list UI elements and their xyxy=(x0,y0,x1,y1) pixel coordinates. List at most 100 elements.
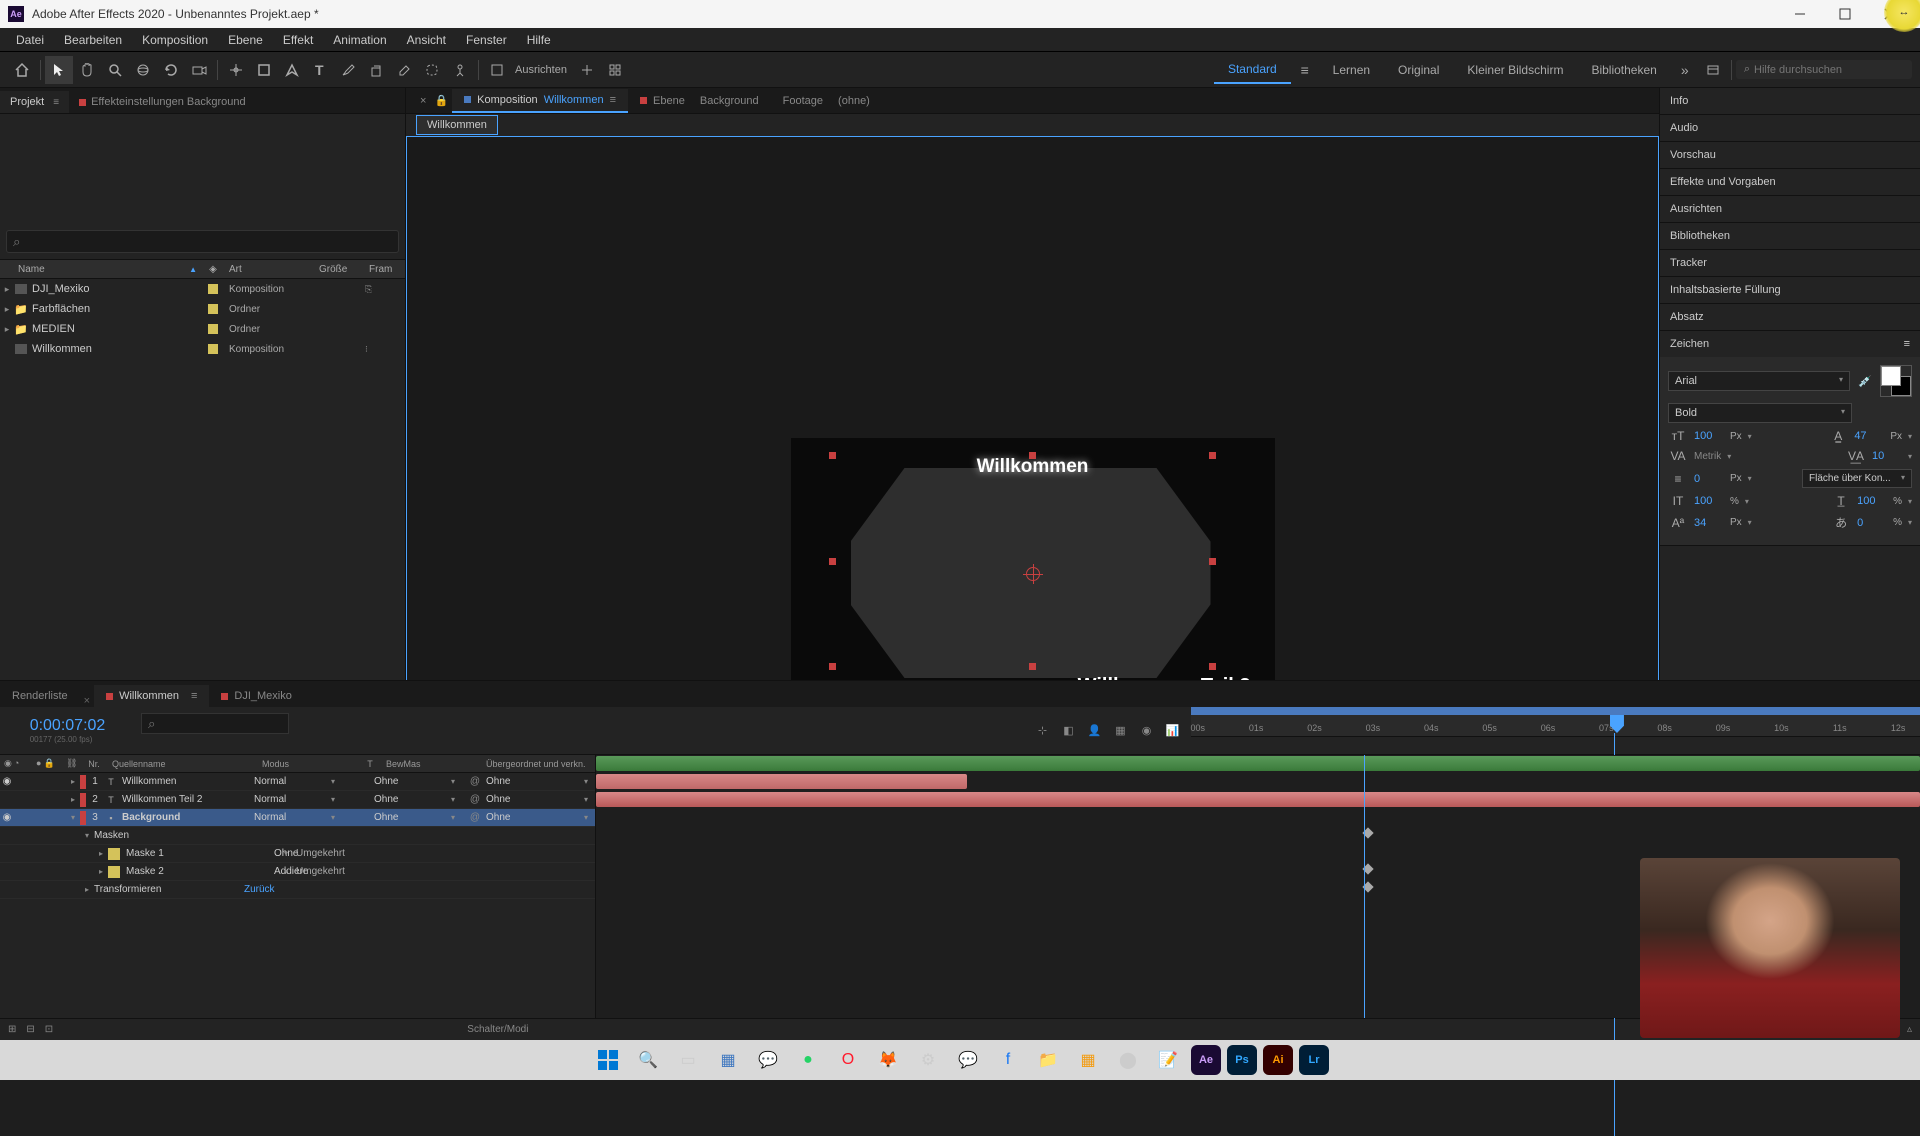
obs-icon[interactable]: ⬤ xyxy=(1111,1043,1145,1077)
comp-mini-flowchart-icon[interactable]: ⊹ xyxy=(1033,721,1053,741)
zoom-in-icon[interactable]: ▵ xyxy=(1907,1024,1912,1035)
selection-handle[interactable] xyxy=(1209,558,1216,565)
selection-handle[interactable] xyxy=(829,663,836,670)
kerning-value[interactable]: Metrik xyxy=(1694,451,1721,462)
expand-icon[interactable]: ▸ xyxy=(66,777,80,786)
app-icon[interactable]: ⚙ xyxy=(911,1043,945,1077)
comp-tab-komposition[interactable]: Komposition Willkommen ≡ xyxy=(452,89,628,113)
workspace-menu-icon[interactable]: ≡ xyxy=(1291,56,1319,84)
transform-group[interactable]: ▸ Transformieren Zurück xyxy=(0,881,595,899)
masks-group[interactable]: ▾ Masken xyxy=(0,827,595,845)
expand-icon[interactable]: ▸ xyxy=(0,324,14,335)
dropdown-icon[interactable]: ▾ xyxy=(1908,432,1912,441)
menu-bearbeiten[interactable]: Bearbeiten xyxy=(54,29,132,51)
stroke-mode-dropdown[interactable]: Fläche über Kon...▾ xyxy=(1802,469,1912,488)
workspace-lernen[interactable]: Lernen xyxy=(1319,57,1384,83)
eyedropper-icon[interactable]: 💉 xyxy=(1856,372,1874,390)
switches-modes-toggle[interactable]: Schalter/Modi xyxy=(63,1024,932,1035)
messenger-icon[interactable]: 💬 xyxy=(951,1043,985,1077)
dropdown-icon[interactable]: ▾ xyxy=(1745,497,1749,506)
time-ruler[interactable]: 00s 01s 02s 03s 04s 05s 06s 07s 08s 09s … xyxy=(1191,715,1920,737)
breadcrumb-item[interactable]: Willkommen xyxy=(416,115,498,135)
tsume-value[interactable]: 0 xyxy=(1857,517,1887,529)
menu-datei[interactable]: Datei xyxy=(6,29,54,51)
project-row[interactable]: ▸ DJI_Mexiko Komposition⎘ xyxy=(0,279,405,299)
workspace-overflow-icon[interactable]: » xyxy=(1671,56,1699,84)
panel-libraries[interactable]: Bibliotheken xyxy=(1660,223,1920,249)
menu-ansicht[interactable]: Ansicht xyxy=(397,29,456,51)
expand-icon[interactable]: ▸ xyxy=(94,867,108,876)
panel-character[interactable]: Zeichen≡ xyxy=(1660,331,1920,357)
label-color[interactable] xyxy=(80,775,86,789)
panel-menu-icon[interactable]: ≡ xyxy=(1904,338,1910,350)
tab-willkommen[interactable]: Willkommen≡ xyxy=(94,685,209,707)
orbit-tool[interactable] xyxy=(129,56,157,84)
menu-komposition[interactable]: Komposition xyxy=(132,29,218,51)
col-tag[interactable]: ◈ xyxy=(201,264,225,275)
font-style-dropdown[interactable]: Bold▾ xyxy=(1668,403,1852,423)
workspace-standard[interactable]: Standard xyxy=(1214,56,1291,84)
text-tool[interactable]: T xyxy=(306,56,334,84)
eraser-tool[interactable] xyxy=(390,56,418,84)
col-size[interactable]: Größe xyxy=(315,264,365,275)
layer-bar[interactable] xyxy=(596,774,967,789)
shape-tool[interactable] xyxy=(250,56,278,84)
font-family-dropdown[interactable]: Arial▾ xyxy=(1668,371,1850,391)
dropdown-icon[interactable]: ▾ xyxy=(1748,518,1752,527)
panel-content-aware[interactable]: Inhaltsbasierte Füllung xyxy=(1660,277,1920,303)
expand-icon[interactable]: ▸ xyxy=(80,885,94,894)
menu-fenster[interactable]: Fenster xyxy=(456,29,517,51)
whatsapp-icon[interactable]: ● xyxy=(791,1043,825,1077)
mask-inverted[interactable]: Umgekehrt xyxy=(296,848,345,859)
panel-vorschau[interactable]: Vorschau xyxy=(1660,142,1920,168)
expand-icon[interactable]: ▸ xyxy=(94,849,108,858)
menu-hilfe[interactable]: Hilfe xyxy=(517,29,561,51)
comp-tab-ebene[interactable]: Ebene Background xyxy=(628,90,771,112)
timeline-search-input[interactable] xyxy=(141,713,289,734)
motion-blur-icon[interactable]: ◉ xyxy=(1137,721,1157,741)
lightroom-icon[interactable]: Lr xyxy=(1299,1045,1329,1075)
selection-handle[interactable] xyxy=(1209,663,1216,670)
workspace-bibliotheken[interactable]: Bibliotheken xyxy=(1577,57,1670,83)
menu-ebene[interactable]: Ebene xyxy=(218,29,273,51)
mask-color[interactable] xyxy=(108,848,120,860)
menu-animation[interactable]: Animation xyxy=(323,29,396,51)
expand-icon[interactable]: ▸ xyxy=(66,795,80,804)
selection-handle[interactable] xyxy=(1029,452,1036,459)
dropdown-icon[interactable]: ▾ xyxy=(1908,452,1912,461)
label-swatch[interactable] xyxy=(208,324,218,334)
panel-menu-icon[interactable]: ≡ xyxy=(610,94,616,106)
expand-icon[interactable]: ▾ xyxy=(80,831,94,840)
firefox-icon[interactable]: 🦊 xyxy=(871,1043,905,1077)
label-swatch[interactable] xyxy=(208,304,218,314)
notepad-icon[interactable]: 📝 xyxy=(1151,1043,1185,1077)
mask-row[interactable]: ▸ Maske 2 Addiere ▾ Umgekehrt xyxy=(0,863,595,881)
workspace-kleiner[interactable]: Kleiner Bildschirm xyxy=(1453,57,1577,83)
stroke-value[interactable]: 0 xyxy=(1694,473,1724,485)
dropdown-icon[interactable]: ▾ xyxy=(1908,518,1912,527)
tab-close-icon[interactable]: × xyxy=(416,95,430,107)
expand-icon[interactable]: ▾ xyxy=(66,813,80,822)
vscale-value[interactable]: 100 xyxy=(1694,495,1724,507)
workspace-reset-icon[interactable] xyxy=(1699,56,1727,84)
menu-effekt[interactable]: Effekt xyxy=(273,29,323,51)
pickwhip-icon[interactable]: @ xyxy=(466,794,484,805)
label-swatch[interactable] xyxy=(208,284,218,294)
draft-3d-icon[interactable]: ◧ xyxy=(1059,721,1079,741)
selection-handle[interactable] xyxy=(1209,452,1216,459)
leading-value[interactable]: 47 xyxy=(1854,430,1884,442)
maximize-button[interactable] xyxy=(1822,0,1867,28)
hscale-value[interactable]: 100 xyxy=(1857,495,1887,507)
project-search-input[interactable] xyxy=(6,230,399,253)
frame-blend-icon[interactable]: ▦ xyxy=(1111,721,1131,741)
label-color[interactable] xyxy=(80,811,86,825)
tracking-value[interactable]: 10 xyxy=(1872,450,1902,462)
teams-icon[interactable]: 💬 xyxy=(751,1043,785,1077)
workspace-original[interactable]: Original xyxy=(1384,57,1453,83)
layer-bar[interactable] xyxy=(596,792,1920,807)
eye-toggle[interactable]: ◉ xyxy=(0,776,14,787)
anchor-point-icon[interactable] xyxy=(1026,567,1040,581)
widgets-icon[interactable]: ▦ xyxy=(711,1043,745,1077)
baseline-value[interactable]: 34 xyxy=(1694,517,1724,529)
layer-row[interactable]: ▸ 2 T Willkommen Teil 2 Normal▾ Ohne▾ @ … xyxy=(0,791,595,809)
